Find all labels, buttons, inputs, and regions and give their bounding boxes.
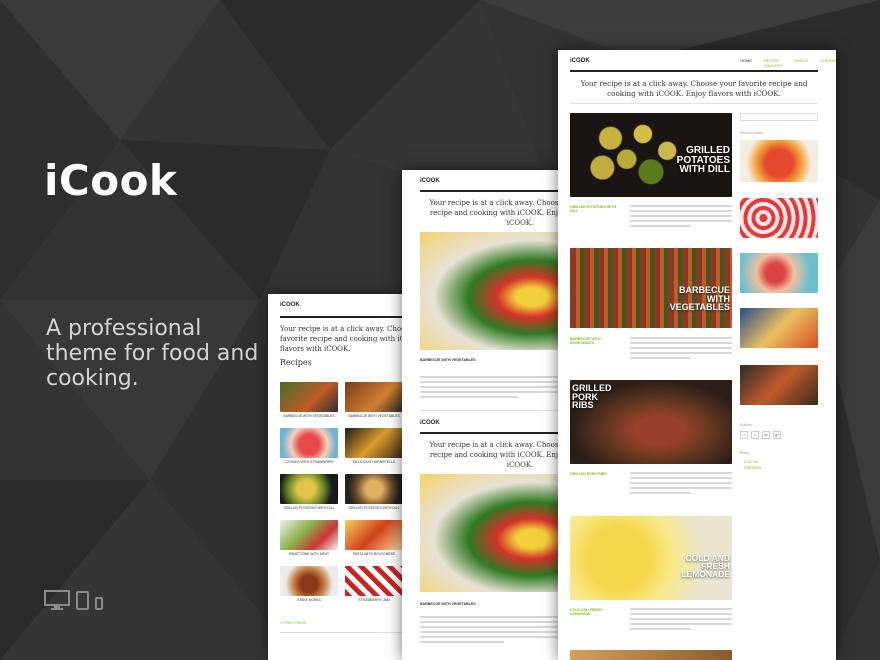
recipe-caption[interactable]: COOKIES WITH STRAWBERRY	[280, 460, 338, 464]
linkedin-icon[interactable]: in	[762, 431, 770, 439]
post-image-overlay: GRILLED POTATOES WITH DILL	[676, 145, 730, 175]
prev-page-link[interactable]: « PREV PAGE	[280, 620, 306, 625]
main-nav: HOME RECIPE GALLERY ABOUT CONTACT	[740, 58, 836, 68]
recipe-thumb[interactable]	[345, 428, 403, 458]
meta-login-link[interactable]: LOG IN	[744, 459, 758, 464]
post-image[interactable]	[420, 474, 562, 592]
monitor-icon	[44, 590, 70, 610]
hero-title: iCook	[44, 156, 178, 205]
meta-entries-link[interactable]: ENTRIES	[744, 465, 761, 470]
post-excerpt	[630, 337, 732, 362]
recipe-caption[interactable]: DELICIOUS HORNSPELLS	[345, 460, 403, 464]
sidebar-meta-label: Meta	[740, 450, 749, 455]
recipe-thumb[interactable]	[280, 520, 338, 550]
screen-homepage: iCOOK HOME RECIPE GALLERY ABOUT CONTACT …	[558, 50, 836, 660]
hero-tagline: A professional theme for food and cookin…	[46, 316, 259, 391]
post-image-overlay: GRILLED PORK RIBS	[572, 383, 612, 411]
sidebar-thumb[interactable]	[740, 198, 818, 238]
recipe-thumb[interactable]	[280, 474, 338, 504]
site-tagline: Your recipe is at a click away. Choose y…	[580, 79, 808, 98]
facebook-icon[interactable]: f	[740, 431, 748, 439]
post-title[interactable]: COLD AND FRESH LEMONADE	[570, 608, 622, 616]
recipe-caption[interactable]: GRILLED POTATOES WITH DILL	[345, 506, 403, 510]
sidebar-thumb[interactable]	[740, 365, 818, 405]
recipe-caption[interactable]: GRILLED POTATOES WITH DILL	[280, 506, 338, 510]
post-excerpt	[420, 376, 560, 401]
post-excerpt	[630, 472, 732, 497]
nav-recipe-gallery[interactable]: RECIPE GALLERY	[764, 58, 782, 68]
post-excerpt	[630, 205, 732, 230]
post-title[interactable]: BARBECUE WITH VEGETABLES	[420, 602, 476, 606]
post-image[interactable]	[420, 232, 562, 350]
sidebar-thumb[interactable]	[740, 140, 818, 182]
nav-home[interactable]: HOME	[740, 58, 752, 68]
recipe-thumb[interactable]	[280, 566, 338, 596]
post-title[interactable]: GRILLED POTATOES WITH DILL	[570, 205, 622, 213]
post-image-overlay: BARBECUE WITH VEGETABLES	[669, 285, 730, 313]
social-links: f t in g+	[740, 431, 781, 439]
post-title[interactable]: BARBECUE WITH VEGETABLES	[570, 337, 622, 345]
recipe-caption[interactable]: PASTA WITH BOLOGNESE	[345, 552, 403, 556]
post-excerpt	[420, 616, 560, 646]
site-logo[interactable]: iCOOK	[280, 302, 300, 308]
recipe-caption[interactable]: STRAWBERRY JAM	[345, 598, 403, 602]
post-title[interactable]: BARBECUE WITH VEGETABLES	[420, 358, 476, 362]
nav-about[interactable]: ABOUT	[794, 58, 808, 68]
post-title[interactable]: GRILLED PORK RIBS	[570, 472, 622, 476]
recipe-caption[interactable]: PANETTONE WITH MEAT	[280, 552, 338, 556]
recipe-caption[interactable]: BARBECUE WITH VEGETABLES	[345, 414, 403, 418]
twitter-icon[interactable]: t	[751, 431, 759, 439]
site-logo[interactable]: iCOOK	[420, 178, 440, 184]
post-image-overlay: COLD AND FRESH LEMONADE	[681, 553, 730, 580]
recipe-thumb[interactable]	[345, 474, 403, 504]
search-input[interactable]	[740, 113, 818, 121]
site-tagline: Your recipe is at a click away. Choose y…	[429, 199, 562, 227]
sidebar-follow-label: Follow	[740, 422, 752, 427]
sidebar-recent-label: Recent posts	[740, 130, 764, 135]
phone-icon	[95, 597, 103, 610]
recipe-thumb[interactable]	[345, 520, 403, 550]
section-title: Recipes	[280, 358, 312, 367]
recipe-thumb[interactable]	[280, 428, 338, 458]
recipe-thumb[interactable]	[345, 566, 403, 596]
sidebar-thumb[interactable]	[740, 308, 818, 348]
googleplus-icon[interactable]: g+	[773, 431, 781, 439]
recipe-caption[interactable]: BARBECUE WITH VEGETABLES	[280, 414, 338, 418]
device-icons	[44, 590, 103, 610]
site-tagline-mobile: Your recipe is at a click away. Choose y…	[429, 441, 562, 469]
recipe-thumb[interactable]	[345, 382, 403, 412]
sidebar-thumb[interactable]	[740, 253, 818, 293]
nav-contact[interactable]: CONTACT	[820, 58, 836, 68]
post-image[interactable]	[570, 650, 732, 660]
recipe-caption[interactable]: STAKE NORKA	[280, 598, 338, 602]
site-logo[interactable]: iCOOK	[570, 58, 590, 64]
post-excerpt	[630, 608, 732, 633]
recipe-thumb[interactable]	[280, 382, 338, 412]
screen-single-post: iCOOK Your recipe is at a click away. Ch…	[402, 170, 562, 660]
site-logo-mobile[interactable]: iCOOK	[420, 420, 440, 426]
tablet-icon	[76, 591, 89, 610]
